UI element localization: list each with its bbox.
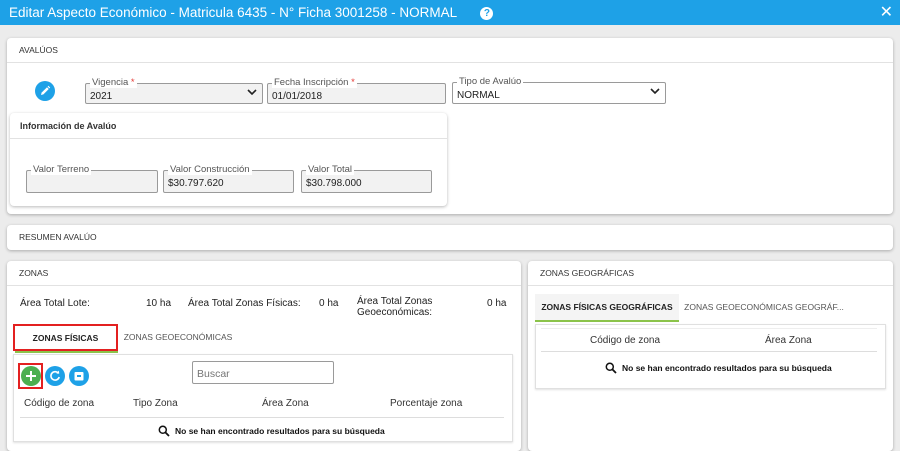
search-input[interactable] (192, 361, 334, 384)
valor-total-field: $30.798.000 Valor Total (301, 164, 432, 193)
valor-terreno-field: Valor Terreno (26, 164, 158, 193)
area-total-fisicas-value: 0 ha (319, 298, 339, 309)
geo-active-tab-underline (535, 320, 679, 322)
informacion-avaluo-header: Información de Avalúo (10, 113, 447, 139)
area-total-lote-label: Área Total Lote: (20, 298, 90, 309)
vigencia-label: Vigencia (92, 77, 129, 88)
resumen-avaluo-header: RESUMEN AVALÚO (19, 232, 97, 242)
tab-zonas-fisicas-geograficas[interactable]: ZONAS FÍSICAS GEOGRÁFICAS (535, 294, 679, 321)
zonas-empty-text: No se han encontrado resultados para su … (175, 426, 385, 436)
refresh-button[interactable] (45, 366, 65, 386)
active-tab-underline (15, 351, 118, 353)
geo-column-area-zona[interactable]: Área Zona (765, 335, 812, 346)
valor-terreno-label: Valor Terreno (31, 164, 92, 175)
chevron-down-icon (247, 89, 257, 96)
column-codigo-zona[interactable]: Código de zona (24, 398, 94, 409)
zonas-empty-message: No se han encontrado resultados para su … (158, 425, 385, 437)
add-zone-button[interactable] (21, 366, 41, 386)
valor-total-label: Valor Total (306, 164, 355, 175)
column-tipo-zona[interactable]: Tipo Zona (133, 398, 178, 409)
area-total-fisicas-label: Área Total Zonas Físicas: (188, 298, 301, 309)
avaluos-header: AVALÚOS (7, 38, 893, 63)
area-total-geo-label-line1: Área Total Zonas (357, 296, 433, 307)
tab-zonas-fisicas[interactable]: ZONAS FÍSICAS (13, 324, 118, 351)
zonas-header: ZONAS (7, 261, 521, 286)
edit-pencil-icon[interactable] (35, 81, 55, 101)
fecha-inscripcion-field[interactable]: 01/01/2018 Fecha Inscripción * (267, 77, 446, 104)
modal-title: Editar Aspecto Económico - Matricula 643… (9, 5, 457, 20)
help-icon[interactable]: ? (480, 7, 494, 20)
resumen-avaluo-card[interactable]: RESUMEN AVALÚO (7, 225, 893, 250)
export-button[interactable] (69, 366, 89, 386)
chevron-down-icon (650, 88, 660, 95)
column-porcentaje-zona[interactable]: Porcentaje zona (390, 398, 462, 409)
refresh-icon (50, 370, 60, 381)
geo-column-codigo-zona[interactable]: Código de zona (590, 335, 660, 346)
column-area-zona[interactable]: Área Zona (262, 398, 309, 409)
fecha-inscripcion-label: Fecha Inscripción (274, 77, 349, 88)
geo-empty-text: No se han encontrado resultados para su … (622, 363, 832, 373)
plus-icon (26, 371, 36, 381)
archive-icon (74, 372, 84, 381)
tab-zonas-geoeconomicas-geograficas[interactable]: ZONAS GEOECONÓMICAS GEOGRÁF... (679, 294, 849, 321)
fecha-required-mark: * (351, 77, 355, 88)
search-icon (158, 425, 170, 437)
area-total-geo-value: 0 ha (487, 298, 507, 309)
modal-title-bar: Editar Aspecto Económico - Matricula 643… (0, 0, 900, 25)
valor-construccion-field: $30.797.620 Valor Construcción (163, 164, 294, 193)
tipo-avaluo-select[interactable]: NORMAL Tipo de Avalúo (452, 76, 666, 104)
zonas-geograficas-header: ZONAS GEOGRÁFICAS (528, 261, 893, 286)
tab-zonas-geoeconomicas[interactable]: ZONAS GEOECONÓMICAS (118, 324, 238, 351)
area-total-geo-label-line2: Geoeconómicas: (357, 307, 433, 318)
geo-empty-message: No se han encontrado resultados para su … (605, 362, 832, 374)
vigencia-required-mark: * (130, 77, 135, 88)
vigencia-select[interactable]: 2021 Vigencia * (85, 77, 263, 104)
valor-construccion-label: Valor Construcción (168, 164, 252, 175)
area-total-lote-value: 10 ha (146, 298, 172, 309)
search-icon (605, 362, 617, 374)
close-icon[interactable]: ✕ (880, 0, 893, 25)
tipo-avaluo-label: Tipo de Avalúo (457, 76, 524, 87)
